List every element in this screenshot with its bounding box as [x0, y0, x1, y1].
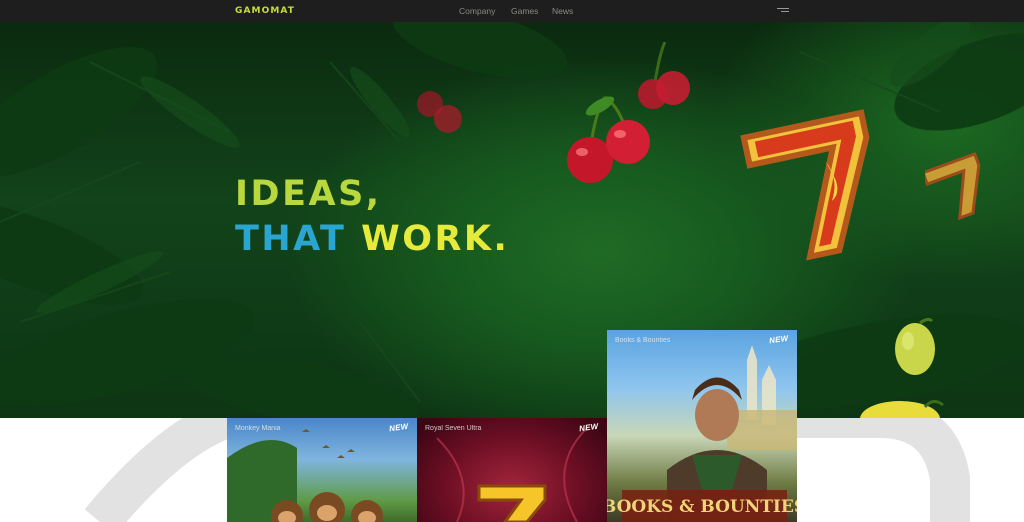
hero-headline-line2: THAT WORK.	[235, 222, 509, 257]
nav-link-news[interactable]: News	[552, 6, 573, 16]
nav-link-company[interactable]: Company	[459, 6, 495, 16]
lucky-seven-blurred-icon	[925, 152, 981, 221]
books-bounties-artwork: BOOKS & BOUNTIES	[607, 345, 797, 522]
hero-headline-line1: IDEAS,	[235, 174, 382, 214]
game-card-books-and-bounties[interactable]: BOOKS & BOUNTIES Books & Bounties NEW	[607, 330, 797, 522]
game-card-title: Royal Seven Ultra	[425, 425, 482, 432]
cherries-blurred-icon	[638, 42, 690, 109]
game-card-monkey-mania[interactable]: Monkey Mania NEW	[227, 418, 417, 522]
headline-word-that: THAT	[235, 219, 347, 259]
headline-word-work: WORK.	[361, 219, 510, 259]
nav-link-games[interactable]: Games	[511, 6, 538, 16]
lemon-icon	[895, 317, 935, 375]
lucky-seven-icon	[740, 109, 870, 261]
hero-banner: IDEAS, THAT WORK.	[0, 22, 1024, 418]
books-bounties-logo-text: BOOKS & BOUNTIES	[607, 497, 797, 517]
cherries-small-icon	[417, 91, 462, 133]
lemon-slice-icon	[860, 400, 944, 418]
monkey-mania-artwork	[227, 429, 383, 522]
game-card-title: Monkey Mania	[235, 425, 281, 432]
royal-seven-artwork	[436, 427, 588, 522]
game-card-royal-seven-ultra[interactable]: Royal Seven Ultra NEW	[417, 418, 607, 522]
game-card-title: Books & Bounties	[615, 337, 671, 344]
gamomat-logo[interactable]: GAMOMAT	[235, 6, 295, 16]
hamburger-menu-icon[interactable]	[777, 8, 789, 15]
top-navigation-bar: GAMOMAT Company Games News	[0, 0, 1024, 22]
